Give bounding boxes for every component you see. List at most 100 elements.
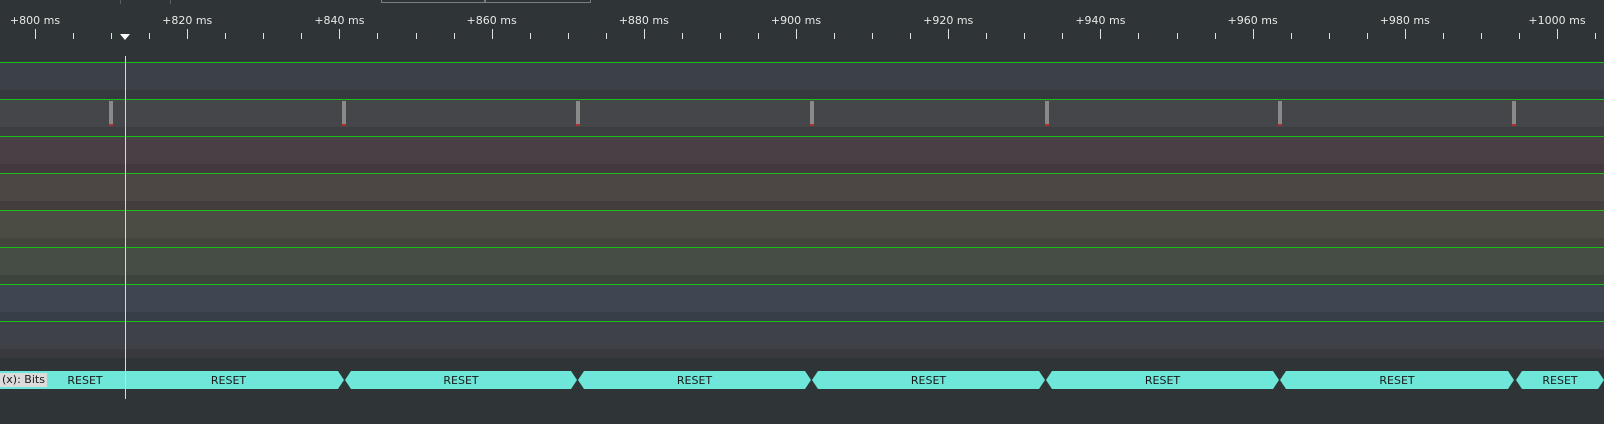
trace-8[interactable] [0,321,1604,358]
ruler-minor-tick [1443,33,1444,39]
ruler-tick-label: +900 ms [770,14,822,27]
ruler-minor-tick [682,33,683,39]
trace-high-level-line [0,210,1604,211]
ruler-tick-label: +960 ms [1227,14,1278,27]
trace-shade [0,275,1604,284]
signal-pulse [109,101,113,126]
trace-shade [0,238,1604,247]
ruler-tick-label: +800 ms [9,14,61,27]
ruler-major-tick [1557,29,1558,39]
ruler-tick-label: +1000 ms [1528,14,1586,27]
ruler-major-tick [1100,29,1101,39]
trace-band [0,322,1604,349]
ruler-minor-tick [263,33,264,39]
ruler-minor-tick [111,33,112,39]
trace-high-level-line [0,99,1604,100]
decoder-segment[interactable]: RESET [1516,371,1604,389]
trace-1[interactable] [0,62,1604,99]
trace-shade [0,349,1604,358]
ruler-tick-label: +980 ms [1379,14,1430,27]
ruler-major-tick [187,29,188,39]
ruler-minor-tick [225,33,226,39]
ruler-minor-tick [910,33,911,39]
ruler-minor-tick [416,33,417,39]
decoder-segment[interactable]: RESET [578,371,811,389]
trace-2[interactable] [0,99,1604,136]
decoder-channel-label[interactable]: (x): Bits [0,373,47,387]
ruler-minor-tick [149,33,150,39]
ruler-major-tick [492,29,493,39]
trace-band [0,285,1604,312]
trace-high-level-line [0,136,1604,137]
signal-pulse [1278,101,1282,126]
ruler-minor-tick [1367,33,1368,39]
trace-7[interactable] [0,284,1604,321]
trace-shade [0,312,1604,321]
ruler-minor-tick [1215,33,1216,39]
ruler-minor-tick [758,33,759,39]
trace-band [0,63,1604,90]
trace-high-level-line [0,173,1604,174]
trace-high-level-line [0,321,1604,322]
decoder-segment[interactable]: RESET [812,371,1045,389]
trace-shade [0,164,1604,173]
ruler-major-tick [339,29,340,39]
trace-4[interactable] [0,173,1604,210]
ruler-minor-tick [1329,33,1330,39]
ruler-tick-label: +820 ms [162,14,213,27]
trace-band [0,248,1604,275]
ruler-minor-tick [568,33,569,39]
toolbar-separator [170,0,171,4]
toolbar-field-edge[interactable] [485,0,591,3]
ruler-minor-tick [530,33,531,39]
toolbar-field-edge[interactable] [381,0,485,3]
ruler-major-tick [948,29,949,39]
ruler-minor-tick [834,33,835,39]
trace-high-level-line [0,247,1604,248]
trace-high-level-line [0,62,1604,63]
decoder-segment[interactable]: RESET [1046,371,1279,389]
cursor-marker-icon[interactable] [120,34,130,40]
ruler-tick-label: +920 ms [923,14,974,27]
signal-pulse [810,101,814,126]
signal-pulse [1512,101,1516,126]
ruler-minor-tick [454,33,455,39]
ruler-minor-tick [720,33,721,39]
decoder-segment[interactable]: RESET [1280,371,1514,389]
ruler-minor-tick [1138,33,1139,39]
ruler-major-tick [35,29,36,39]
trace-high-level-line [0,284,1604,285]
signal-pulse [1045,101,1049,126]
time-ruler[interactable]: +800 ms +820 ms +840 ms +860 ms +880 ms +900 … [0,0,1604,46]
decoder-segment[interactable]: RESET [345,371,577,389]
ruler-major-tick [644,29,645,39]
ruler-minor-tick [872,33,873,39]
trace-band [0,137,1604,164]
trace-shade [0,201,1604,210]
toolbar-separator [120,0,121,4]
trace-band [0,174,1604,201]
ruler-minor-tick [986,33,987,39]
decoder-row[interactable]: RESET RESET RESET RESET RESET RESET RESET RESET [0,371,1604,389]
trace-6[interactable] [0,247,1604,284]
ruler-major-tick [1405,29,1406,39]
ruler-tick-label: +860 ms [466,14,517,27]
decoder-segment[interactable]: RESET [113,371,344,389]
ruler-minor-tick [1481,33,1482,39]
trace-3[interactable] [0,136,1604,173]
ruler-minor-tick [1595,33,1596,39]
ruler-minor-tick [1519,33,1520,39]
signal-pulse [342,101,346,126]
trace-shade [0,90,1604,99]
ruler-tick-label: +840 ms [314,14,365,27]
ruler-minor-tick [1177,33,1178,39]
trace-5[interactable] [0,210,1604,247]
ruler-minor-tick [1024,33,1025,39]
trace-shade [0,127,1604,136]
cursor-line[interactable] [125,56,126,399]
ruler-tick-label: +940 ms [1075,14,1126,27]
ruler-major-tick [796,29,797,39]
ruler-major-tick [1253,29,1254,39]
ruler-minor-tick [606,33,607,39]
trace-band [0,100,1604,127]
